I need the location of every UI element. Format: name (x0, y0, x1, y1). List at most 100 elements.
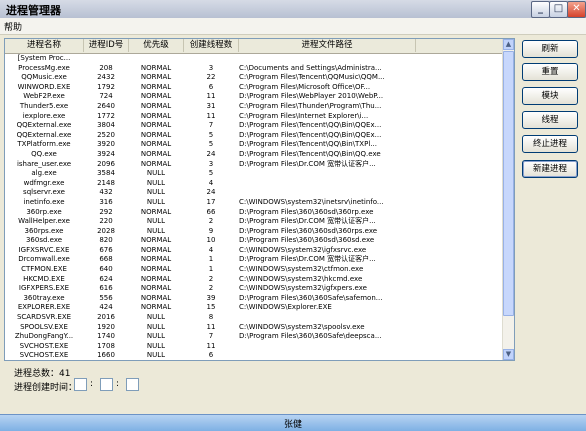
table-row[interactable]: [System Proc... (5, 54, 502, 64)
table-row[interactable]: WINWORD.EXE 1792 NORMAL 6 C:\Program Files\M… (5, 83, 502, 93)
cell-threads: 2 (208, 217, 214, 226)
cell-pid: 292 (99, 207, 113, 216)
cell-priority: NORMAL (140, 284, 172, 293)
cell-priority: NORMAL (140, 73, 172, 82)
table-row[interactable]: SVCHOST.EXE 1660 NULL 6 (5, 351, 502, 360)
table-row[interactable]: Thunder5.exe 2640 NORMAL 31 C:\Program Files… (5, 102, 502, 112)
process-list[interactable]: 进程名称 进程ID号 优先级 创建线程数 进程文件路径 [System Proc… (4, 38, 515, 361)
cell-path: C:\WINDOWS\system32\ctfmon.exe (239, 265, 364, 274)
cell-pid: 2432 (97, 73, 115, 82)
cell-threads: 4 (208, 245, 214, 254)
cell-threads: 6 (208, 82, 214, 91)
cell-name: ProcessMg.exe (18, 63, 70, 72)
threads-button[interactable]: 线程 (522, 111, 578, 129)
scroll-down-icon[interactable]: ▼ (503, 349, 514, 360)
cell-priority: NULL (146, 226, 166, 235)
table-row[interactable]: QQExternal.exe 2520 NORMAL 5 D:\Program File… (5, 131, 502, 141)
cell-name: iexplore.exe (22, 111, 66, 120)
table-row[interactable]: EXPLORER.EXE 424 NORMAL 15 C:\WINDOWS\Explor… (5, 303, 502, 313)
scroll-thumb[interactable] (503, 51, 514, 316)
cell-path: C:\WINDOWS\system32\igfxsrvc.exe (239, 245, 367, 254)
cell-pid: 2028 (97, 226, 115, 235)
cell-name: sqlservr.exe (23, 188, 65, 197)
cell-pid: 208 (99, 63, 113, 72)
close-icon[interactable]: ✕ (567, 1, 586, 18)
cell-name: WINWORD.EXE (17, 82, 71, 91)
maximize-icon[interactable]: □ (549, 1, 568, 18)
table-row[interactable]: SVCHOST.EXE 1708 NULL 11 (5, 342, 502, 352)
cell-path: C:\WINDOWS\system32\hkcmd.exe (239, 274, 363, 283)
cell-name: TXPlatform.exe (17, 140, 71, 149)
cell-threads: 3 (208, 159, 214, 168)
col-header-threads[interactable]: 创建线程数 (184, 39, 239, 52)
cell-priority: NORMAL (140, 293, 172, 302)
table-row[interactable]: TXPlatform.exe 3920 NORMAL 5 D:\Program File… (5, 140, 502, 150)
table-row[interactable]: IGFXPERS.EXE 616 NORMAL 2 C:\WINDOWS\system3… (5, 284, 502, 294)
list-rows: [System Proc... ProcessMg.exe 208 NORMAL 3 C:… (5, 54, 502, 360)
table-row[interactable]: inetinfo.exe 316 NULL 17 C:\WINDOWS\system32… (5, 198, 502, 208)
vertical-scrollbar[interactable]: ▲ ▼ (502, 39, 514, 360)
process-total-label: 进程总数： (14, 369, 60, 379)
minimize-icon[interactable]: _ (531, 1, 550, 18)
table-row[interactable]: wdfmgr.exe 2148 NULL 4 (5, 179, 502, 189)
cell-threads: 1 (208, 255, 214, 264)
col-header-pid[interactable]: 进程ID号 (84, 39, 129, 52)
table-row[interactable]: QQExternal.exe 3804 NORMAL 7 D:\Program File… (5, 121, 502, 131)
cell-path: C:\Program Files\Internet Explorer\i... (239, 111, 369, 120)
table-row[interactable]: iexplore.exe 1772 NORMAL 11 C:\Program Files… (5, 112, 502, 122)
table-row[interactable]: 360sd.exe 820 NORMAL 10 D:\Program Files\360… (5, 236, 502, 246)
table-row[interactable]: 360rps.exe 2028 NULL 9 D:\Program Files\360\… (5, 227, 502, 237)
cell-pid: 1920 (97, 322, 115, 331)
table-row[interactable]: WebF2P.exe 724 NORMAL 11 D:\Program Files\We… (5, 92, 502, 102)
table-row[interactable]: SPOOLSV.EXE 1920 NULL 11 C:\WINDOWS\system32… (5, 323, 502, 333)
col-header-path[interactable]: 进程文件路径 (239, 39, 416, 52)
cell-threads: 11 (206, 92, 216, 101)
cell-name: SCARDSVR.EXE (16, 313, 72, 322)
cell-threads: 15 (206, 303, 216, 312)
refresh-button[interactable]: 刷新 (522, 40, 578, 58)
cell-path: C:\Documents and Settings\Administra... (239, 63, 382, 72)
table-row[interactable]: 360rp.exe 292 NORMAL 66 D:\Program Files\360… (5, 208, 502, 218)
table-row[interactable]: CTFMON.EXE 640 NORMAL 1 C:\WINDOWS\system32\… (5, 265, 502, 275)
cell-threads: 11 (206, 341, 216, 350)
table-row[interactable]: QQ.exe 3924 NORMAL 24 D:\Program Files\Tence… (5, 150, 502, 160)
cell-name: QQExternal.exe (16, 130, 72, 139)
cell-pid: 2640 (97, 101, 115, 110)
menu-help[interactable]: 帮助 (4, 20, 22, 33)
cell-pid: 556 (99, 293, 113, 302)
table-row[interactable]: QQMusic.exe 2432 NORMAL 22 C:\Program Files\… (5, 73, 502, 83)
cell-pid: 668 (99, 255, 113, 264)
cell-name: SVCHOST.EXE (19, 341, 69, 350)
modules-button[interactable]: 模块 (522, 87, 578, 105)
table-row[interactable]: ishare_user.exe 2096 NORMAL 3 D:\Program Fil… (5, 160, 502, 170)
cell-pid: 676 (99, 245, 113, 254)
table-row[interactable]: 360tray.exe 556 NORMAL 39 D:\Program Files\3… (5, 294, 502, 304)
created-time-minute (100, 378, 113, 391)
table-row[interactable]: SCARDSVR.EXE 2016 NULL 8 (5, 313, 502, 323)
table-row[interactable]: WallHelper.exe 220 NULL 2 D:\Program Files\D… (5, 217, 502, 227)
new-process-button[interactable]: 新建进程 (522, 160, 578, 178)
list-header: 进程名称 进程ID号 优先级 创建线程数 进程文件路径 (5, 39, 502, 54)
table-row[interactable]: alg.exe 3584 NULL 5 (5, 169, 502, 179)
cell-priority: NORMAL (140, 111, 172, 120)
cell-threads: 22 (206, 73, 216, 82)
terminate-process-button[interactable]: 终止进程 (522, 135, 578, 153)
table-row[interactable]: ProcessMg.exe 208 NORMAL 3 C:\Documents and … (5, 64, 502, 74)
scroll-up-icon[interactable]: ▲ (503, 39, 514, 50)
table-row[interactable]: ZhuDongFangY... 1740 NULL 7 D:\Program Files… (5, 332, 502, 342)
cell-pid: 624 (99, 274, 113, 283)
table-row[interactable]: Drcomwall.exe 668 NORMAL 1 D:\Program Files\… (5, 255, 502, 265)
cell-path: D:\Program Files\WebPlayer 2010\WebP... (239, 92, 384, 101)
cell-path: C:\Program Files\Tencent\QQMusic\QQM... (239, 73, 385, 82)
cell-name: Drcomwall.exe (18, 255, 70, 264)
table-row[interactable]: HKCMD.EXE 624 NORMAL 2 C:\WINDOWS\system32\h… (5, 275, 502, 285)
table-row[interactable]: IGFXSRVC.EXE 676 NORMAL 4 C:\WINDOWS\system3… (5, 246, 502, 256)
reset-button[interactable]: 重置 (522, 63, 578, 81)
cell-name: 360tray.exe (23, 293, 65, 302)
cell-pid: 2148 (97, 178, 115, 187)
col-header-priority[interactable]: 优先级 (129, 39, 184, 52)
cell-path: C:\WINDOWS\system32\igfxpers.exe (239, 284, 367, 293)
cell-priority: NULL (146, 313, 166, 322)
col-header-name[interactable]: 进程名称 (5, 39, 84, 52)
table-row[interactable]: sqlservr.exe 432 NULL 24 (5, 188, 502, 198)
